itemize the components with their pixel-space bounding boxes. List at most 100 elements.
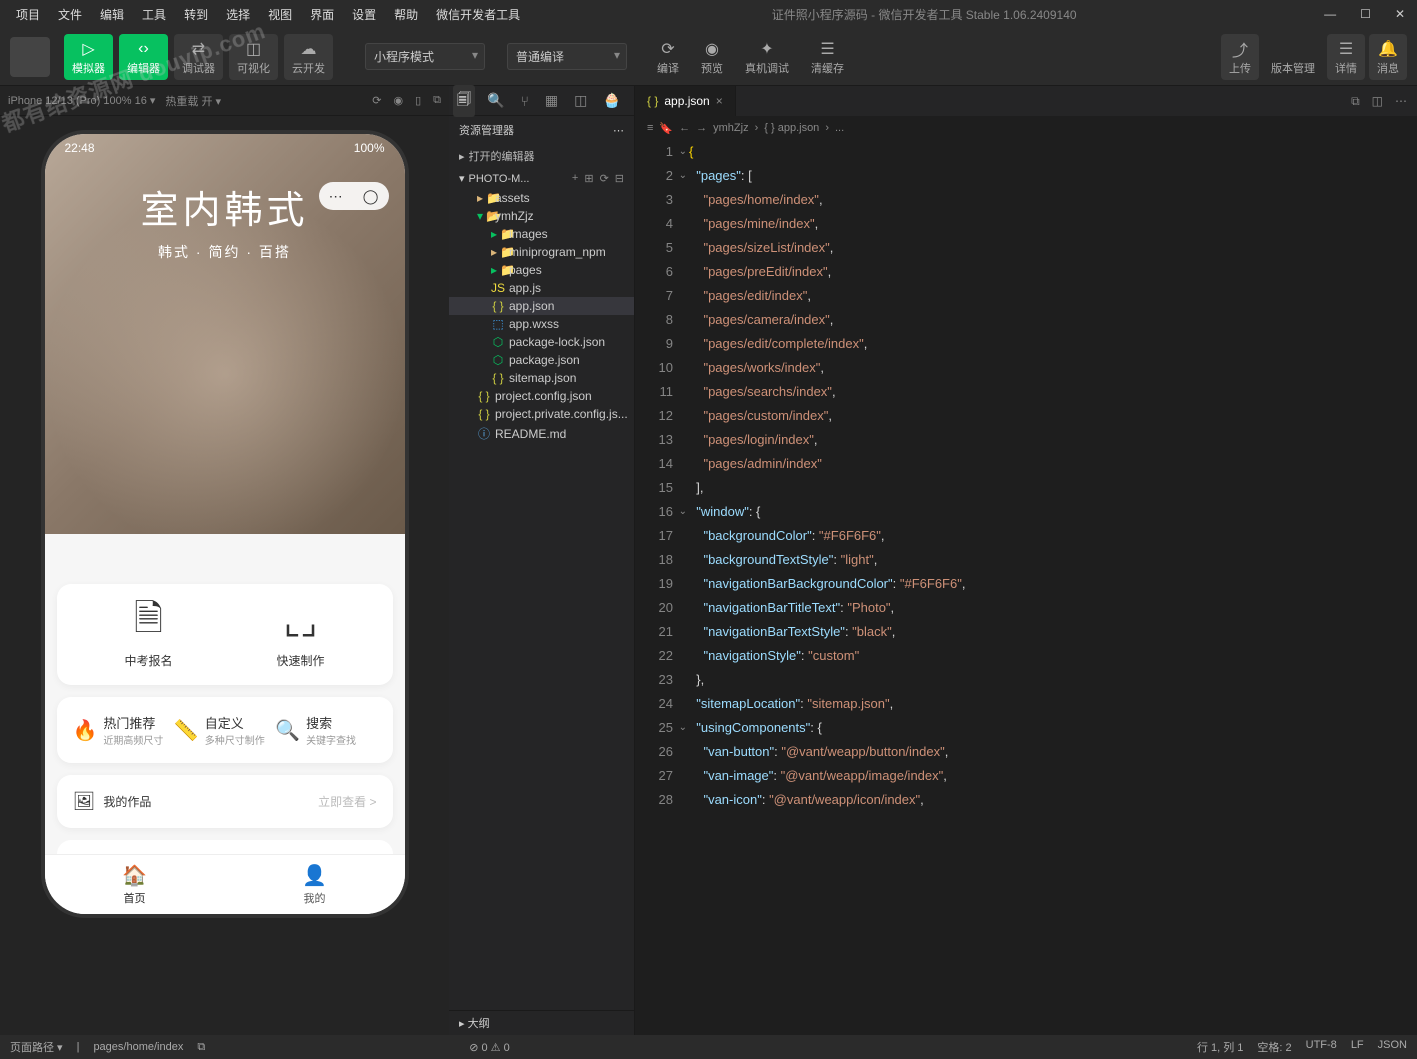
exam-signup-button[interactable]: 🗎 中考报名 <box>124 600 172 669</box>
menu-转到[interactable]: 转到 <box>176 2 216 27</box>
minimize-button[interactable]: — <box>1320 7 1340 21</box>
outline-section[interactable]: ▸ 大纲 <box>449 1010 634 1035</box>
tree-item-images[interactable]: ▸ 📁images <box>449 225 634 243</box>
split-icon[interactable]: ◫ <box>1372 94 1383 109</box>
reload-icon[interactable]: ⟳ <box>372 94 381 107</box>
menu-文件[interactable]: 文件 <box>50 2 90 27</box>
titlebar: 项目文件编辑工具转到选择视图界面设置帮助微信开发者工具 证件照小程序源码 - 微… <box>0 0 1417 28</box>
breadcrumb[interactable]: ≡🔖 ← → ymhZjz › { } app.json › ... <box>635 116 1417 140</box>
language-mode[interactable]: JSON <box>1378 1039 1407 1055</box>
my-works-card[interactable]: 🖼 我的作品 立即查看 > <box>57 775 393 828</box>
avatar[interactable] <box>10 37 50 77</box>
see-now-link[interactable]: 立即查看 > <box>318 793 376 810</box>
copy-path-icon[interactable]: ⧉ <box>197 1041 205 1054</box>
preview-button[interactable]: ◉预览 <box>693 34 731 80</box>
tab-home[interactable]: 🏠 首页 <box>45 855 225 914</box>
face-scan-icon: ⌞⌟ <box>278 600 322 644</box>
cursor-position[interactable]: 行 1, 列 1 <box>1197 1039 1243 1055</box>
tree-item-package-lock.json[interactable]: ⬡package-lock.json <box>449 333 634 351</box>
extensions-tab-icon[interactable]: ▦ <box>541 88 562 113</box>
folder-icon: ▸ 📁 <box>491 245 505 259</box>
fire-icon: 🔥 <box>73 718 98 743</box>
device-dropdown[interactable]: iPhone 12/13 (Pro) 100% 16 ▾ <box>8 94 155 107</box>
compile-mode-dropdown[interactable]: 普通编译 <box>507 43 627 70</box>
more-actions-icon[interactable]: ⋯ <box>1395 94 1407 109</box>
files-tab-icon[interactable]: 🗐 <box>453 85 475 117</box>
real-debug-button[interactable]: ✦真机调试 <box>737 34 797 80</box>
menu-编辑[interactable]: 编辑 <box>92 2 132 27</box>
page-path-dropdown[interactable]: 页面路径 ▾ <box>10 1039 63 1055</box>
version-button[interactable]: 版本管理 <box>1263 34 1323 80</box>
close-tab-icon[interactable]: × <box>716 94 723 108</box>
new-folder-icon[interactable]: ⊞ <box>584 172 593 185</box>
phone-simulator[interactable]: 22:48100% ⋯◯ 室内韩式 韩式 · 简约 · 百搭 🗎 中考报名 <box>45 134 405 914</box>
encoding-setting[interactable]: UTF-8 <box>1306 1039 1337 1055</box>
tree-item-app.json[interactable]: { }app.json <box>449 297 634 315</box>
menu-选择[interactable]: 选择 <box>218 2 258 27</box>
tab-mine[interactable]: 👤 我的 <box>225 855 405 914</box>
messages-button[interactable]: 🔔消息 <box>1369 34 1407 80</box>
tree-item-project.config.json[interactable]: { }project.config.json <box>449 387 634 405</box>
details-button[interactable]: ☰详情 <box>1327 34 1365 80</box>
debug-tab-icon[interactable]: 🧁 <box>599 88 624 113</box>
close-button[interactable]: ✕ <box>1391 7 1409 21</box>
custom-button[interactable]: 📏 自定义多种尺寸制作 <box>174 713 275 747</box>
upload-button[interactable]: ⤴上传 <box>1221 34 1259 80</box>
tree-item-project.private.config.js...[interactable]: { }project.private.config.js... <box>449 405 634 423</box>
clear-cache-button[interactable]: ☰清缓存 <box>803 34 852 80</box>
mode-dropdown[interactable]: 小程序模式 <box>365 43 485 70</box>
tree-item-assets[interactable]: ▸ 📁assets <box>449 189 634 207</box>
record-icon[interactable]: ◉ <box>393 94 403 107</box>
hot-reload-dropdown[interactable]: 热重载 开 ▾ <box>165 93 221 109</box>
compile-button[interactable]: ⟳编译 <box>649 34 687 80</box>
current-page-path[interactable]: pages/home/index <box>93 1041 183 1053</box>
maximize-button[interactable]: ☐ <box>1356 7 1375 21</box>
tree-item-sitemap.json[interactable]: { }sitemap.json <box>449 369 634 387</box>
search-button[interactable]: 🔍 搜索关键字查找 <box>275 713 376 747</box>
bc-back-icon[interactable]: ← <box>679 122 690 134</box>
more-icon[interactable]: ⋯ <box>613 124 624 137</box>
hot-button[interactable]: 🔥 热门推荐近期高频尺寸 <box>73 713 174 747</box>
popout-icon[interactable]: ⧉ <box>433 94 441 107</box>
component-tab-icon[interactable]: ◫ <box>570 88 591 113</box>
menu-帮助[interactable]: 帮助 <box>386 2 426 27</box>
quick-make-button[interactable]: ⌞⌟ 快速制作 <box>276 600 324 669</box>
tree-item-README.md[interactable]: ⓘREADME.md <box>449 423 634 444</box>
collapse-icon[interactable]: ⊟ <box>615 172 624 185</box>
cloud-button[interactable]: ☁云开发 <box>284 34 333 80</box>
compare-icon[interactable]: ⧉ <box>1351 94 1360 109</box>
menu-项目[interactable]: 项目 <box>8 2 48 27</box>
eol-setting[interactable]: LF <box>1351 1039 1364 1055</box>
code-editor[interactable]: ⌄1⌄23456789101112131415⌄1617181920212223… <box>635 140 1417 1035</box>
tree-item-pages[interactable]: ▸ 📁pages <box>449 261 634 279</box>
tree-item-app.js[interactable]: JSapp.js <box>449 279 634 297</box>
editor-button[interactable]: ‹›编辑器 <box>119 34 168 80</box>
menu-工具[interactable]: 工具 <box>134 2 174 27</box>
bc-fwd-icon[interactable]: → <box>696 122 707 134</box>
new-file-icon[interactable]: + <box>572 172 578 185</box>
errors-status[interactable]: ⊘ 0 ⚠ 0 <box>469 1041 509 1054</box>
file-tab-app-json[interactable]: { } app.json × <box>635 86 736 116</box>
simulator-button[interactable]: ▷模拟器 <box>64 34 113 80</box>
phone-icon[interactable]: ▯ <box>415 94 421 107</box>
tree-item-miniprogram_npm[interactable]: ▸ 📁miniprogram_npm <box>449 243 634 261</box>
scm-tab-icon[interactable]: ⑂ <box>516 89 532 113</box>
open-editors-section[interactable]: ▸ 打开的编辑器 <box>449 144 634 168</box>
wechat-capsule[interactable]: ⋯◯ <box>319 182 389 210</box>
visual-button[interactable]: ◫可视化 <box>229 34 278 80</box>
tree-item-package.json[interactable]: ⬡package.json <box>449 351 634 369</box>
tree-item-ymhZjz[interactable]: ▾ 📂ymhZjz <box>449 207 634 225</box>
project-section[interactable]: ▾ PHOTO-M... + ⊞ ⟳ ⊟ <box>449 168 634 189</box>
menu-视图[interactable]: 视图 <box>260 2 300 27</box>
wxss-icon: ⬚ <box>491 317 505 331</box>
menu-微信开发者工具[interactable]: 微信开发者工具 <box>428 2 528 27</box>
menu-界面[interactable]: 界面 <box>302 2 342 27</box>
refresh-icon[interactable]: ⟳ <box>600 172 609 185</box>
search-tab-icon[interactable]: 🔍 <box>483 88 508 113</box>
explorer-pane: 🗐 🔍 ⑂ ▦ ◫ 🧁 资源管理器 ⋯ ▸ 打开的编辑器 ▾ PHOTO-M..… <box>449 86 635 1035</box>
simulator-pane: iPhone 12/13 (Pro) 100% 16 ▾ 热重载 开 ▾ ⟳ ◉… <box>0 86 449 1035</box>
spaces-setting[interactable]: 空格: 2 <box>1257 1039 1291 1055</box>
debugger-button[interactable]: ⇄调试器 <box>174 34 223 80</box>
menu-设置[interactable]: 设置 <box>344 2 384 27</box>
tree-item-app.wxss[interactable]: ⬚app.wxss <box>449 315 634 333</box>
